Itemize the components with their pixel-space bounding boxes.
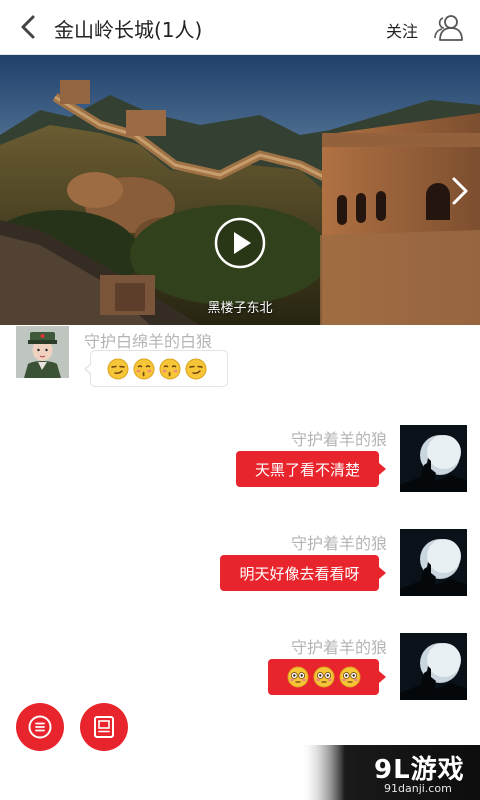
smirk-face-emoji — [107, 358, 129, 379]
members-button[interactable] — [432, 10, 466, 44]
wolf-moon-avatar-image — [400, 425, 467, 492]
next-image-button[interactable] — [446, 171, 474, 211]
banner-caption: 黑楼子东北 — [207, 301, 273, 316]
kissing-face-emoji — [133, 358, 155, 379]
sender-name: 守护白绵羊的白狼 — [84, 332, 213, 351]
sender-name: 守护着羊的狼 — [290, 638, 387, 657]
sender-name: 守护着羊的狼 — [290, 534, 387, 553]
back-button[interactable] — [14, 12, 42, 42]
avatar[interactable] — [400, 633, 467, 700]
flushed-face-emoji — [313, 666, 334, 688]
wolf-moon-avatar-image — [400, 633, 467, 700]
message-bubble[interactable] — [84, 350, 228, 387]
site-watermark: 9L游戏 91danji.com — [300, 745, 480, 800]
flushed-face-emoji — [339, 666, 360, 688]
message-bubble[interactable] — [268, 659, 386, 695]
message-bubble[interactable]: 天黑了看不清楚 — [236, 451, 386, 487]
chevron-right-icon — [452, 177, 468, 205]
page-title: 金山岭长城(1人) — [54, 18, 203, 42]
watermark-url: 91danji.com — [384, 782, 452, 795]
top-bar: 金山岭长城(1人) 关注 — [0, 0, 480, 55]
play-button[interactable] — [214, 217, 266, 269]
message-bubble[interactable]: 明天好像去看看呀 — [220, 555, 386, 591]
great-wall-photo — [0, 55, 480, 325]
follow-button[interactable]: 关注 — [386, 18, 418, 42]
document-card-icon — [94, 716, 114, 738]
avatar[interactable] — [400, 529, 467, 596]
wolf-moon-avatar-image — [400, 529, 467, 596]
watermark-brand: 9L游戏 — [374, 755, 465, 785]
flushed-face-emoji — [287, 666, 308, 688]
back-arrow-icon — [21, 15, 35, 39]
avatar[interactable] — [16, 326, 69, 378]
chat-input-button[interactable] — [16, 703, 64, 751]
group-members-icon — [434, 15, 463, 41]
smirk-face-emoji — [185, 358, 207, 379]
soldier-avatar-image — [16, 326, 69, 378]
play-icon — [214, 217, 266, 269]
sender-name: 守护着羊的狼 — [290, 430, 387, 449]
kissing-face-emoji — [159, 358, 181, 379]
video-banner[interactable]: 黑楼子东北 — [0, 55, 480, 325]
chat-screen: 金山岭长城(1人) 关注 黑楼子东北 守护白绵羊的白狼 守护着羊的狼 天黑了看不… — [0, 0, 480, 800]
chat-lines-icon — [28, 715, 52, 739]
avatar[interactable] — [400, 425, 467, 492]
photo-card-button[interactable] — [80, 703, 128, 751]
